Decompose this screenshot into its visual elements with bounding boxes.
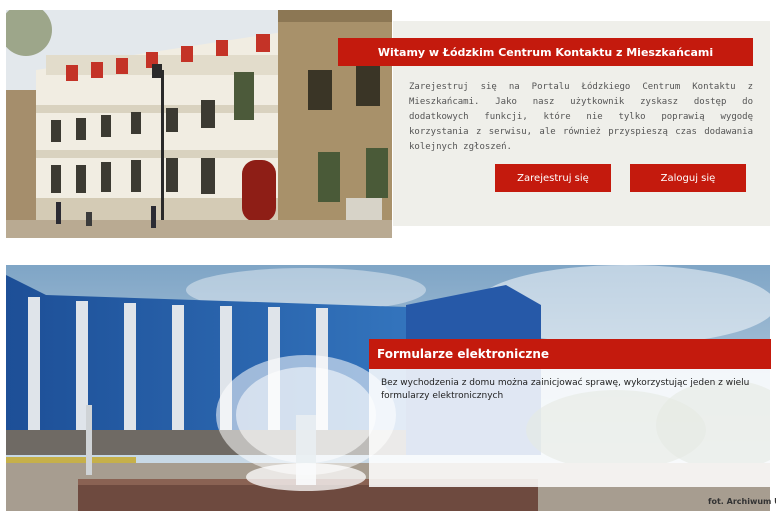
register-button[interactable]: Zarejestruj się xyxy=(495,164,611,192)
forms-title[interactable]: Formularze elektroniczne xyxy=(369,339,771,369)
welcome-description: Zarejestruj się na Portalu Łódzkiego Cen… xyxy=(409,82,753,152)
login-button[interactable]: Zaloguj się xyxy=(630,164,746,192)
forms-description: Bez wychodzenia z domu można zainicjować… xyxy=(381,378,750,401)
city-hall-photo xyxy=(6,10,392,238)
welcome-title: Witamy w Łódzkim Centrum Kontaktu z Mies… xyxy=(338,38,753,66)
photo-credit: fot. Archiwum U xyxy=(708,497,776,506)
